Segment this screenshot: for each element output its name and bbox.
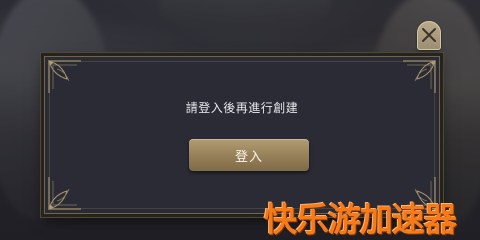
login-button[interactable]: 登入 (189, 139, 309, 171)
dialog-message: 請登入後再進行創建 (185, 101, 299, 115)
corner-ornament-icon (48, 177, 81, 210)
dialog-inner-border (49, 61, 435, 209)
close-icon (422, 28, 436, 42)
login-required-dialog: 請登入後再進行創建 登入 (44, 56, 440, 214)
watermark-logo: 快乐游加速器 (264, 200, 457, 239)
game-screen: 請登入後再進行創建 登入 快乐游加速器 (0, 0, 480, 240)
corner-ornament-icon (403, 60, 436, 93)
corner-ornament-icon (48, 60, 81, 93)
close-button[interactable] (417, 21, 441, 50)
